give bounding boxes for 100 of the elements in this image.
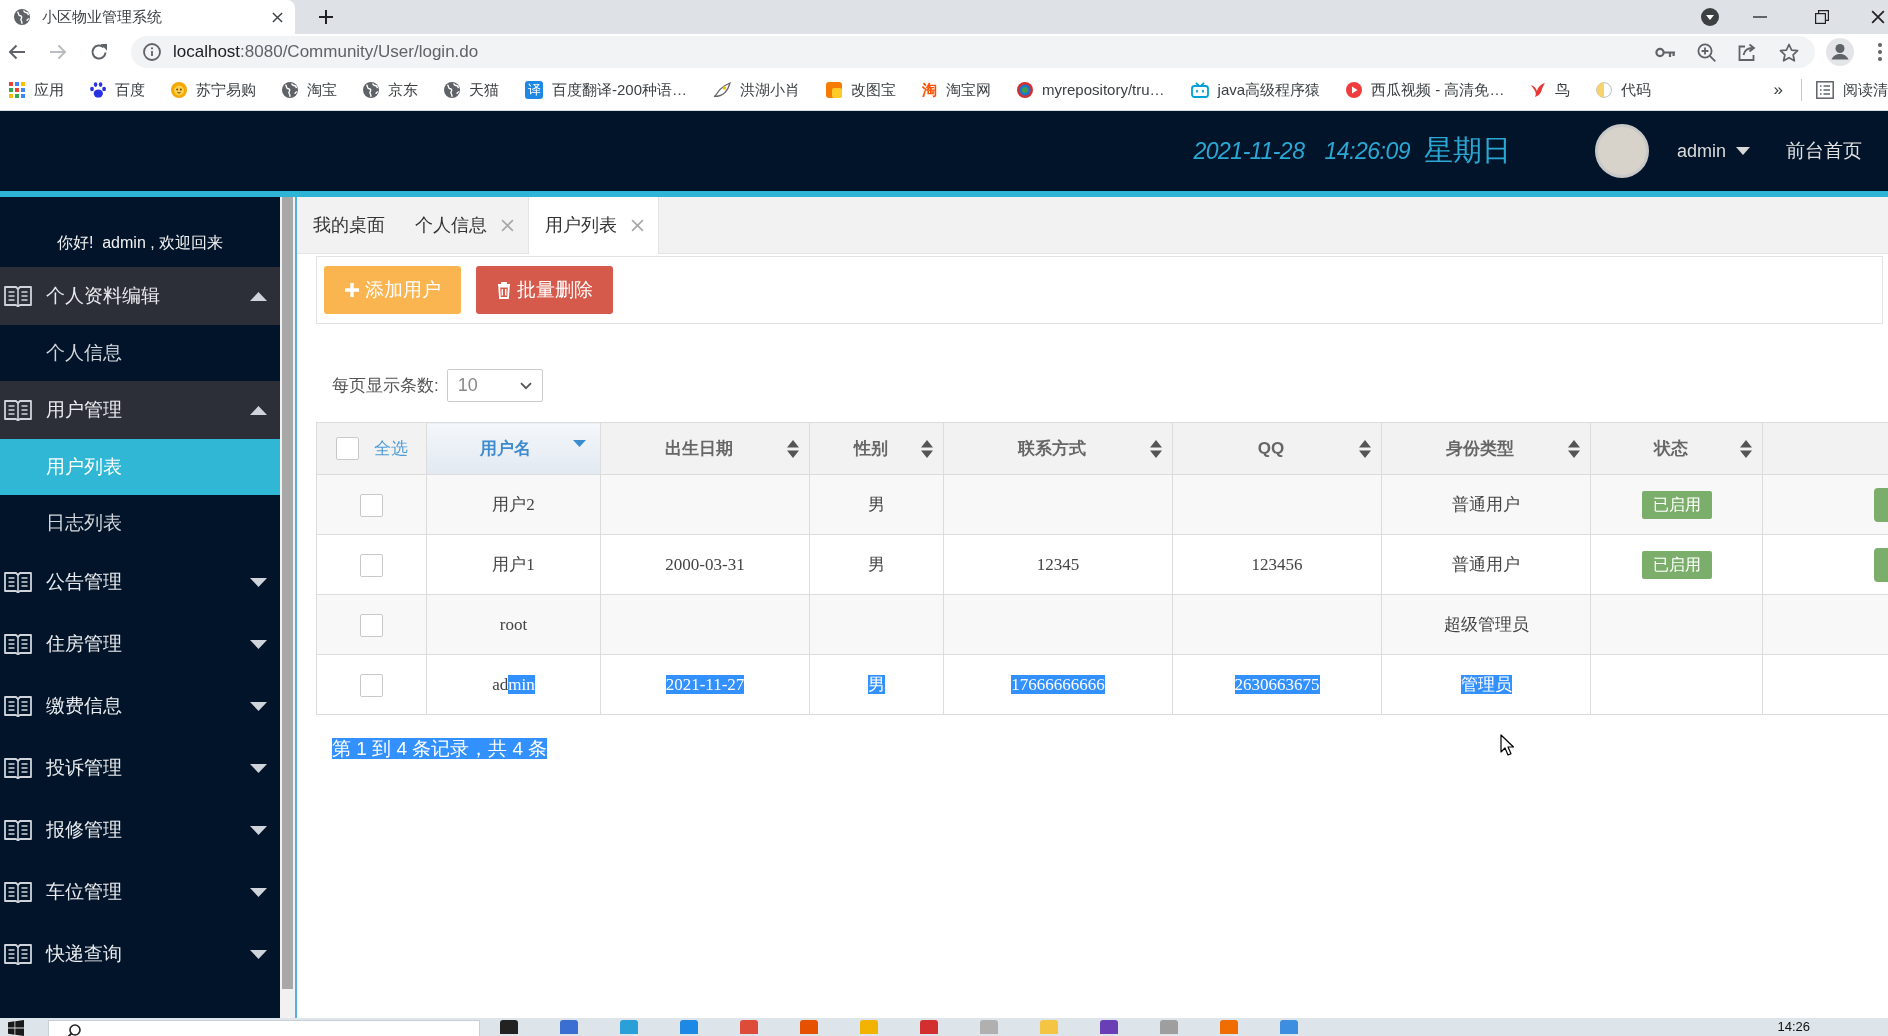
date-text: 2021-11-28 <box>1193 136 1305 166</box>
plus-icon <box>344 283 359 297</box>
menu-group[interactable]: 投诉管理 <box>0 737 280 799</box>
table-cell: 普通用户 <box>1381 474 1591 535</box>
search-field[interactable] <box>48 1020 480 1036</box>
user-menu[interactable]: admin <box>1676 137 1750 165</box>
half-circle-icon <box>1596 82 1613 98</box>
checkbox[interactable] <box>360 614 383 638</box>
menu-group[interactable]: 车位管理 <box>0 861 280 923</box>
column-header[interactable]: 联系方式 <box>943 422 1173 475</box>
table-cell: 男 <box>809 534 944 595</box>
caret-down-icon <box>250 639 267 649</box>
taskbar-app-icon[interactable] <box>680 1020 698 1034</box>
reading-list-button[interactable]: 阅读清 <box>1816 78 1888 102</box>
menu-group[interactable]: 报修管理 <box>0 799 280 861</box>
caret-down-icon <box>250 949 267 959</box>
column-header[interactable]: 身份类型 <box>1381 422 1591 475</box>
close-icon[interactable] <box>1871 10 1885 24</box>
lion-face-icon <box>171 82 187 98</box>
share-icon[interactable] <box>1738 43 1757 61</box>
info-icon[interactable] <box>143 43 161 61</box>
bookmark[interactable]: 淘 淘宝网 <box>922 78 992 102</box>
bookmark[interactable]: 百度 <box>90 78 145 102</box>
more-icon[interactable] <box>1878 43 1882 61</box>
menu-group[interactable]: 住房管理 <box>0 613 280 675</box>
scrollbar[interactable] <box>280 197 295 1018</box>
checkbox[interactable] <box>360 554 383 578</box>
page-tab[interactable]: 我的桌面 <box>297 197 399 253</box>
taskbar-app-icon[interactable] <box>740 1020 758 1034</box>
checkbox[interactable] <box>360 674 383 698</box>
bookmark[interactable]: 改图宝 <box>826 78 897 102</box>
menu-group[interactable]: 快递查询 <box>0 923 280 985</box>
table-cell: 2630663675 <box>1172 654 1382 715</box>
column-header[interactable]: 状态 <box>1590 422 1763 475</box>
bookmark[interactable]: myrepository/tru… <box>1017 78 1165 102</box>
reading-list-icon <box>1816 81 1834 99</box>
delete-button[interactable]: 批量删除 <box>476 266 613 314</box>
menu-group[interactable]: 用户管理 <box>0 381 280 439</box>
star-icon[interactable] <box>1779 42 1799 62</box>
status-badge: 已启用 <box>1641 550 1712 579</box>
home-link[interactable]: 前台首页 <box>1786 136 1862 166</box>
bookmark[interactable]: 西瓜视频 - 高清免… <box>1346 78 1505 102</box>
bookmark[interactable]: java高级程序猿 <box>1190 78 1321 102</box>
menu-group[interactable]: 缴费信息 <box>0 675 280 737</box>
taskbar-app-icon[interactable] <box>1220 1020 1238 1034</box>
zoom-in-icon[interactable] <box>1697 42 1716 62</box>
menu-group[interactable]: 公告管理 <box>0 551 280 613</box>
bookmark[interactable]: 天猫 <box>444 78 499 102</box>
bookmark[interactable]: 京东 <box>363 78 418 102</box>
reload-icon[interactable] <box>90 43 108 61</box>
page-tab[interactable]: 用户列表 <box>528 197 659 254</box>
table-cell: 2000-03-31 <box>600 534 810 595</box>
taskbar-app-icon[interactable] <box>620 1020 638 1034</box>
page-size-label: 每页显示条数: <box>332 374 439 397</box>
taskbar-app-icon[interactable] <box>920 1020 938 1034</box>
page-size-select[interactable]: 10 <box>446 369 543 402</box>
windows-icon[interactable] <box>8 1020 24 1036</box>
taskbar-app-icon[interactable] <box>1160 1020 1178 1034</box>
column-header[interactable]: QQ <box>1172 422 1382 475</box>
key-icon[interactable] <box>1655 46 1675 58</box>
caret-down-icon <box>250 577 267 587</box>
book-icon <box>4 695 32 717</box>
bookmark[interactable]: 应用 <box>9 78 64 102</box>
summary-text: 第 1 到 4 条记录，共 4 条 <box>332 738 548 759</box>
dropdown-icon[interactable] <box>1701 8 1719 26</box>
menu-item[interactable]: 个人信息 <box>0 325 280 381</box>
menu-item[interactable]: 日志列表 <box>0 495 280 551</box>
taskbar-app-icon[interactable] <box>500 1020 518 1034</box>
taskbar-app-icon[interactable] <box>1280 1020 1298 1034</box>
address-bar[interactable]: localhost:8080/Community/User/login.do <box>131 36 1815 68</box>
bookmark[interactable]: 译 百度翻译-200种语… <box>525 78 688 102</box>
checkbox[interactable] <box>336 437 359 460</box>
taskbar-app-icon[interactable] <box>980 1020 998 1034</box>
taskbar-app-icon[interactable] <box>800 1020 818 1034</box>
checkbox[interactable] <box>360 494 383 518</box>
book-icon <box>4 399 32 421</box>
tv-icon <box>1190 82 1209 98</box>
action-button[interactable] <box>1873 547 1888 582</box>
close-icon[interactable] <box>272 11 283 23</box>
column-header[interactable]: 出生日期 <box>600 422 810 475</box>
menu-group[interactable]: 个人资料编辑 <box>0 267 280 325</box>
bookmark[interactable]: 鸟 <box>1530 78 1571 102</box>
browser-tab[interactable]: 小区物业管理系统 <box>0 0 295 34</box>
bookmark[interactable]: 代码 <box>1596 78 1652 102</box>
taskbar-app-icon[interactable] <box>1100 1020 1118 1034</box>
column-header[interactable]: 性别 <box>809 422 944 475</box>
profile-icon[interactable] <box>1826 38 1854 66</box>
page-tab[interactable]: 个人信息 <box>399 197 528 253</box>
bookmark[interactable]: 洪湖小肖 <box>713 78 801 102</box>
book-icon <box>4 285 32 307</box>
avatar <box>1594 124 1649 178</box>
bookmark[interactable]: 苏宁易购 <box>171 78 256 102</box>
bookmark[interactable]: 淘宝 <box>282 78 337 102</box>
more-bookmarks-button[interactable]: » <box>1767 77 1789 103</box>
back-icon[interactable] <box>8 44 26 60</box>
plus-icon[interactable] <box>319 10 333 24</box>
action-button[interactable] <box>1873 487 1888 522</box>
taskbar-app-icon[interactable] <box>560 1020 578 1034</box>
ring-icon <box>1017 82 1034 98</box>
restore-icon[interactable] <box>1815 10 1829 24</box>
